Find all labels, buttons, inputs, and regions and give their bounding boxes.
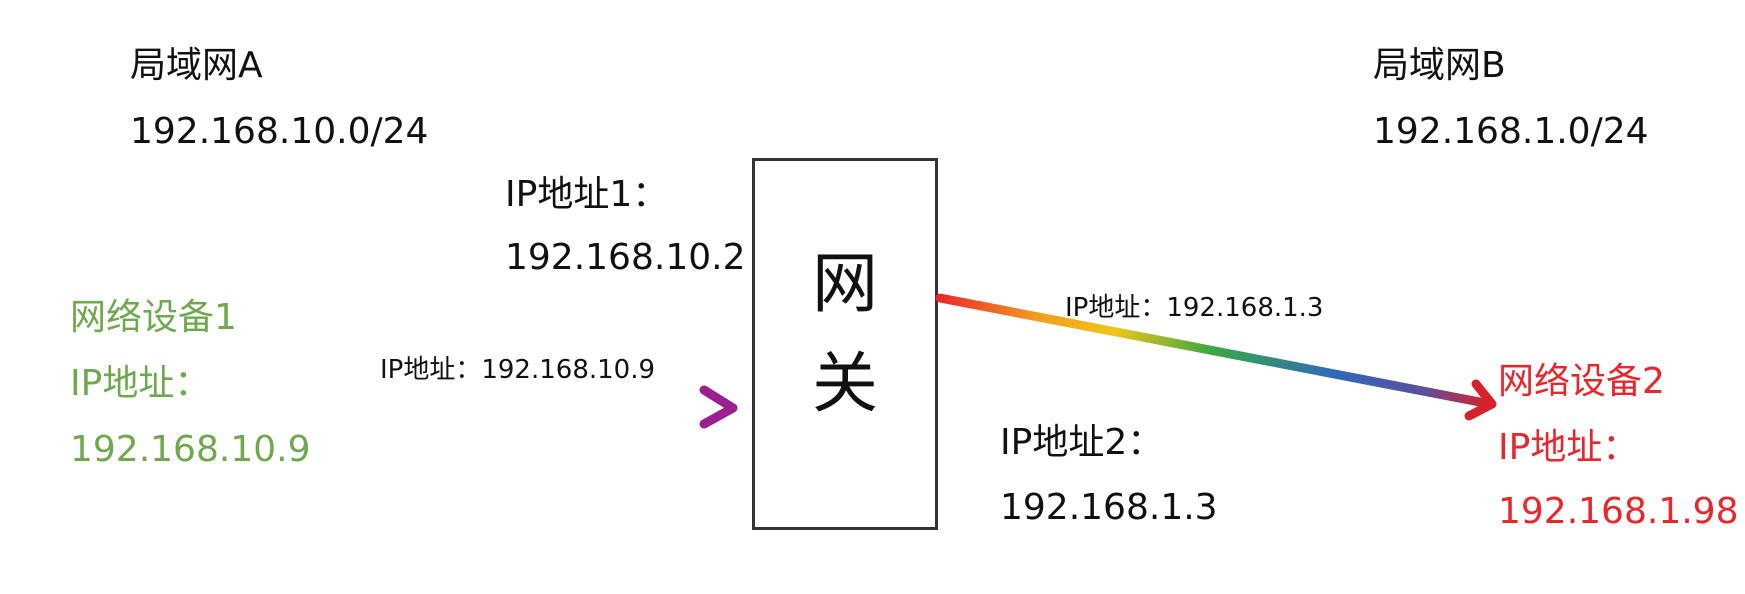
arrow-to-gateway bbox=[313, 385, 738, 429]
arrow-to-device2 bbox=[935, 293, 1497, 421]
arrows-layer bbox=[313, 293, 1497, 429]
